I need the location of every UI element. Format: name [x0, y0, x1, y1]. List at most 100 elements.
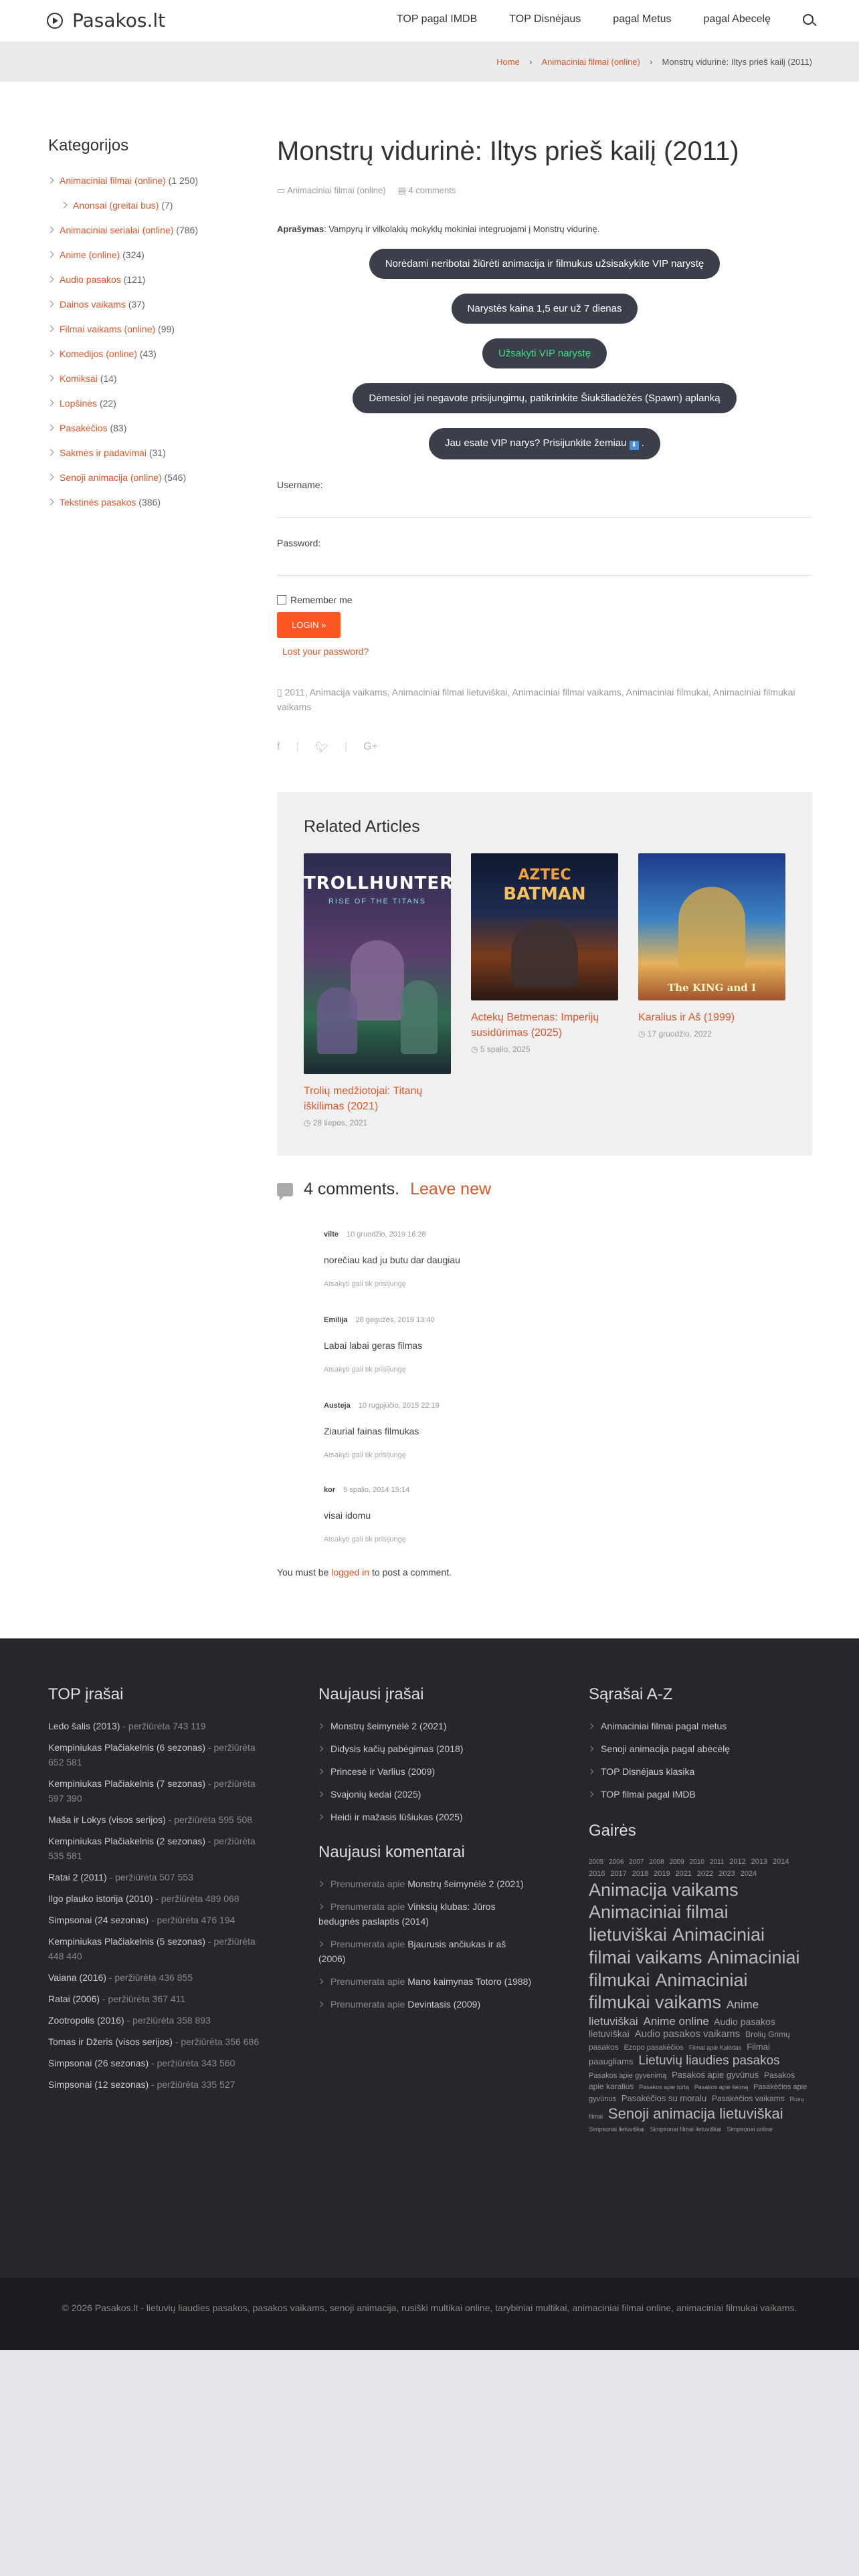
sidebar-item-label[interactable]: Audio pasakos [60, 274, 121, 285]
password-input[interactable] [277, 558, 812, 576]
az-item-label[interactable]: TOP filmai pagal IMDB [601, 1789, 696, 1800]
sidebar-item[interactable]: Dainos vaikams (37) [47, 292, 235, 317]
tag-cloud-item[interactable]: Pasakėčios su moralu [622, 2093, 706, 2103]
sidebar-item-label[interactable]: Senoji animacija (online) [60, 472, 162, 483]
tag-cloud-item[interactable]: Pasakos apie gyvenimą [589, 2072, 666, 2080]
sidebar-item-label[interactable]: Animaciniai filmai (online) [60, 175, 166, 186]
sidebar-item-label[interactable]: Komedijos (online) [60, 348, 137, 359]
sidebar-item-label[interactable]: Anonsai (greitai bus) [73, 200, 159, 211]
login-button[interactable]: LOGIN » [277, 612, 341, 638]
new-post-item[interactable]: Heidi ir mažasis lūšiukas (2025) [317, 1810, 533, 1824]
sidebar-item[interactable]: Pasakėčios (83) [47, 416, 235, 441]
top-post-title[interactable]: Zootropolis (2016) [48, 2015, 124, 2026]
new-post-title[interactable]: Svajonių kedai (2025) [330, 1789, 421, 1800]
new-post-item[interactable]: Monstrų šeimynėlė 2 (2021) [317, 1719, 533, 1733]
tag-cloud-item[interactable]: 2010 [690, 1858, 704, 1866]
top-post-title[interactable]: Ratai (2006) [48, 1994, 100, 2004]
top-post-title[interactable]: Simpsonai (12 sezonas) [48, 2079, 149, 2090]
tag-cloud-item[interactable]: 2013 [751, 1858, 767, 1866]
tag-cloud-item[interactable]: 2005 [589, 1858, 603, 1866]
sidebar-item[interactable]: Anonsai (greitai bus) (7) [48, 193, 235, 218]
logo-text[interactable]: Pasakos.lt [72, 9, 165, 31]
sidebar-item[interactable]: Senoji animacija (online) (546) [47, 465, 235, 490]
article-comments-link[interactable]: 4 comments [409, 185, 456, 195]
tag-cloud-item[interactable]: Ezopo pasakėčios [624, 2044, 684, 2052]
tag-cloud-item[interactable]: Animacija vaikams [589, 1880, 739, 1900]
top-post-title[interactable]: Ilgo plauko istorija (2010) [48, 1893, 153, 1904]
sidebar-item[interactable]: Komiksai (14) [47, 366, 235, 391]
tag-cloud-item[interactable]: Pasakos apie šeimą [694, 2084, 749, 2090]
related-item-title[interactable]: Trolių medžiotojai: Titanų iškilimas (20… [304, 1083, 451, 1114]
poster-aztec-batman[interactable]: AZTEC BATMAN [471, 853, 618, 1000]
top-post-title[interactable]: Kempiniukas Plačiakelnis (2 sezonas) [48, 1836, 205, 1846]
sidebar-item[interactable]: Animaciniai filmai (online) (1 250) [47, 169, 235, 193]
top-post-title[interactable]: Simpsonai (26 sezonas) [48, 2058, 149, 2068]
top-post-title[interactable]: Ratai 2 (2011) [48, 1872, 107, 1883]
remember-checkbox[interactable] [277, 595, 286, 605]
sidebar-item-label[interactable]: Sakmės ir padavimai [60, 447, 147, 458]
related-item-title[interactable]: Karalius ir Aš (1999) [638, 1010, 785, 1025]
nav-by-alphabet[interactable]: pagal Abecelę [703, 13, 771, 25]
sidebar-item-label[interactable]: Tekstinės pasakos [60, 497, 136, 508]
az-item[interactable]: TOP filmai pagal IMDB [587, 1787, 809, 1802]
tag-cloud-item[interactable]: Pasakos apie gyvūnus [672, 2070, 759, 2080]
top-post-title[interactable]: Kempiniukas Plačiakelnis (6 sezonas) [48, 1742, 205, 1753]
recent-comment-post[interactable]: Monstrų šeimynėlė 2 (2021) [407, 1879, 524, 1889]
new-post-item[interactable]: Svajonių kedai (2025) [317, 1787, 533, 1802]
twitter-icon[interactable]: 🐦︎ [315, 741, 328, 754]
recent-comment-post[interactable]: Devintasis (2009) [407, 1999, 480, 2010]
sidebar-item[interactable]: Tekstinės pasakos (386) [47, 490, 235, 515]
tag-cloud-item[interactable]: 2018 [632, 1870, 648, 1878]
tag-cloud-item[interactable]: 2011 [710, 1858, 725, 1866]
order-vip-button[interactable]: Užsakyti VIP narystę [482, 338, 607, 368]
article-category-link[interactable]: Animaciniai filmai (online) [287, 185, 385, 195]
tag-cloud-item[interactable]: 2006 [609, 1858, 624, 1866]
top-post-title[interactable]: Kempiniukas Plačiakelnis (5 sezonas) [48, 1936, 205, 1947]
related-card[interactable]: TROLLHUNTERS RISE OF THE TITANS Trolių m… [304, 853, 451, 1128]
top-post-title[interactable]: Simpsonai (24 sezonas) [48, 1915, 149, 1925]
poster-trollhunters[interactable]: TROLLHUNTERS RISE OF THE TITANS [304, 853, 451, 1074]
sidebar-item-label[interactable]: Dainos vaikams [60, 299, 126, 310]
tag-cloud-item[interactable]: 2012 [729, 1858, 745, 1866]
tag-cloud-item[interactable]: 2024 [741, 1870, 757, 1878]
az-item-label[interactable]: TOP Disnėjaus klasika [601, 1766, 694, 1777]
search-icon[interactable] [803, 14, 814, 25]
lost-password-link[interactable]: Lost your password? [277, 646, 812, 657]
leave-new-link[interactable]: Leave new [410, 1180, 491, 1199]
tag-cloud-item[interactable]: 2017 [610, 1870, 626, 1878]
tag-cloud-item[interactable]: Simpsonai filmai lietuviškai [650, 2126, 721, 2133]
top-post-title[interactable]: Ledo šalis (2013) [48, 1721, 120, 1731]
sidebar-item[interactable]: Filmai vaikams (online) (99) [47, 317, 235, 342]
tag-cloud-item[interactable]: Senoji animacija lietuviškai [608, 2105, 783, 2122]
related-card[interactable]: AZTEC BATMAN Actekų Betmenas: Imperijų s… [471, 853, 618, 1054]
new-post-title[interactable]: Heidi ir mažasis lūšiukas (2025) [330, 1812, 463, 1822]
recent-comment-post[interactable]: Mano kaimynas Totoro (1988) [407, 1976, 531, 1987]
sidebar-item[interactable]: Anime (online) (324) [47, 243, 235, 267]
tag-cloud-item[interactable]: 2019 [654, 1870, 670, 1878]
tag-cloud-item[interactable]: Filmai apie Kalėdas [689, 2044, 742, 2051]
nav-top-imdb[interactable]: TOP pagal IMDB [397, 13, 477, 25]
new-post-item[interactable]: Didysis kačių pabėgimas (2018) [317, 1741, 533, 1756]
az-item-label[interactable]: Animaciniai filmai pagal metus [601, 1721, 727, 1731]
tags-text[interactable]: 2011, Animacija vaikams, Animaciniai fil… [277, 687, 795, 712]
sidebar-item[interactable]: Animaciniai serialai (online) (786) [47, 218, 235, 243]
top-post-title[interactable]: Tomas ir Džeris (visos serijos) [48, 2036, 173, 2047]
sidebar-item-label[interactable]: Animaciniai serialai (online) [60, 225, 173, 235]
logo[interactable]: Pasakos.lt [47, 9, 165, 31]
tag-cloud-item[interactable]: Simpsonai online [727, 2126, 773, 2133]
sidebar-item[interactable]: Audio pasakos (121) [47, 267, 235, 292]
new-post-title[interactable]: Princesė ir Varlius (2009) [330, 1766, 435, 1777]
tag-cloud-item[interactable]: Anime online [644, 2015, 709, 2028]
az-item[interactable]: TOP Disnėjaus klasika [587, 1764, 809, 1779]
az-item-label[interactable]: Senoji animacija pagal abėcėlę [601, 1743, 730, 1754]
tag-cloud-item[interactable]: 2009 [670, 1858, 684, 1866]
related-card[interactable]: The KING and I Karalius ir Aš (1999) ◷ 1… [638, 853, 785, 1039]
sidebar-item-label[interactable]: Pasakėčios [60, 423, 108, 433]
tag-cloud-item[interactable]: 2022 [697, 1870, 713, 1878]
facebook-icon[interactable]: f [277, 741, 280, 754]
sidebar-item-label[interactable]: Filmai vaikams (online) [60, 324, 155, 334]
az-item[interactable]: Animaciniai filmai pagal metus [587, 1719, 809, 1733]
new-post-title[interactable]: Monstrų šeimynėlė 2 (2021) [330, 1721, 447, 1731]
sidebar-item-label[interactable]: Komiksai [60, 373, 98, 384]
nav-by-year[interactable]: pagal Metus [613, 13, 671, 25]
